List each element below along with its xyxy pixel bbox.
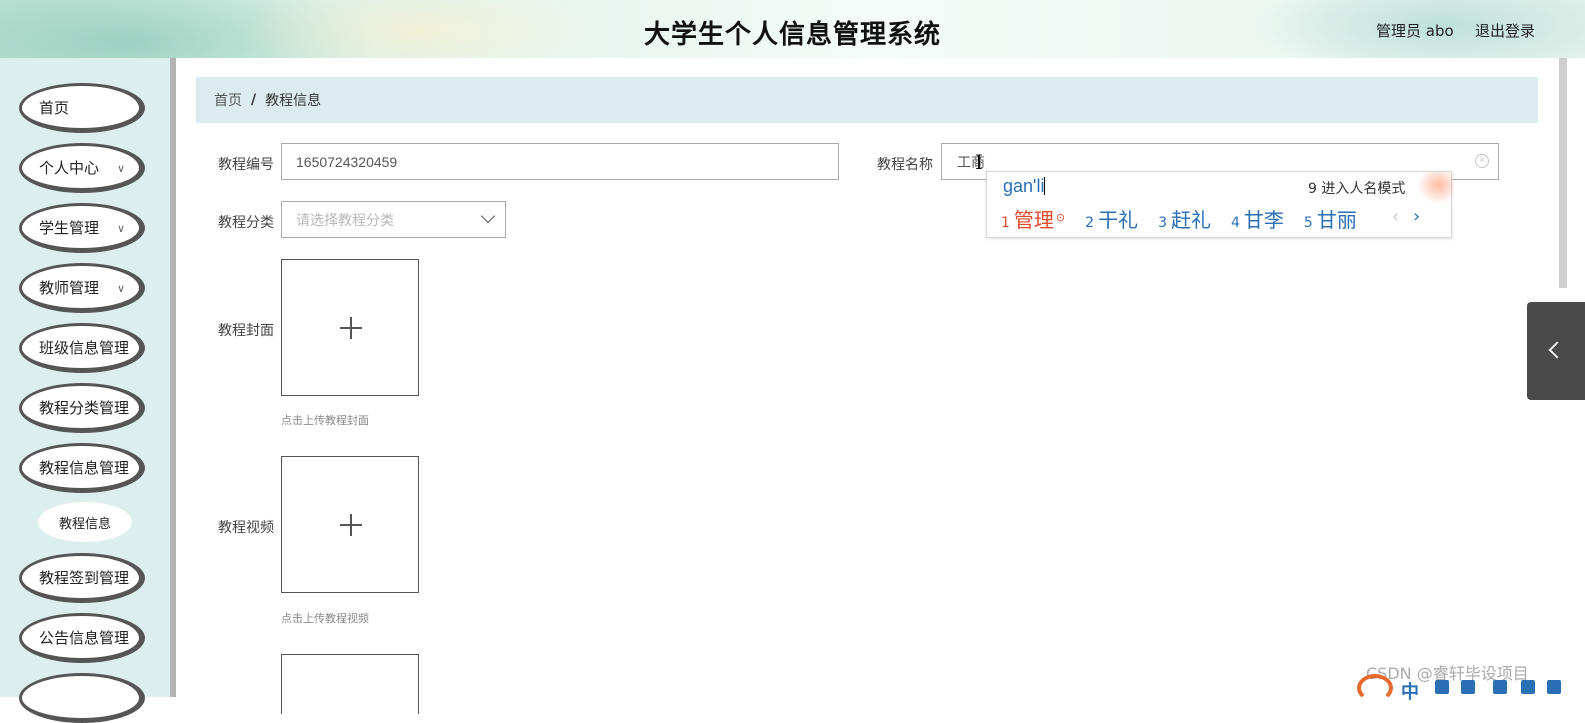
category-select-placeholder: 请选择教程分类	[296, 211, 394, 228]
chevron-right-icon[interactable]: ›	[1413, 206, 1420, 227]
app-title: 大学生个人信息管理系统	[643, 20, 941, 50]
ime-candidate[interactable]: 5 甘丽	[1304, 204, 1357, 233]
microphone-icon[interactable]	[1461, 680, 1475, 694]
breadcrumb-separator: /	[251, 92, 257, 108]
ime-name-mode[interactable]: 9 进入人名模式	[1308, 178, 1405, 198]
ime-candidate-text: 甘李	[1243, 208, 1284, 232]
video-upload-hint: 点击上传教程视频	[281, 612, 369, 625]
breadcrumb-home[interactable]: 首页	[214, 90, 242, 110]
sidebar: 首页 个人中心 ∨ 学生管理 ∨ 教师管理 ∨ 班级信息管理 教程分类管理 教程…	[0, 58, 176, 723]
punctuation-icon[interactable]	[1435, 680, 1449, 694]
sidebar-item-profile[interactable]: 个人中心 ∨	[19, 143, 145, 193]
ime-candidate-number: 3	[1158, 215, 1167, 231]
sidebar-subitem-label: 教程信息	[58, 516, 111, 532]
sidebar-item-classes[interactable]: 班级信息管理	[19, 323, 145, 373]
text-caret	[1044, 177, 1046, 195]
sidebar-item-home[interactable]: 首页	[19, 83, 145, 133]
category-select[interactable]: 请选择教程分类	[281, 201, 506, 238]
check-circle-icon: ⊙	[1055, 211, 1066, 224]
cover-upload-hint: 点击上传教程封面	[281, 414, 369, 427]
ime-candidate-number: 5	[1303, 215, 1313, 231]
sidebar-item-label: 个人中心	[39, 158, 100, 177]
code-input[interactable]: 1650724320459	[281, 143, 839, 180]
chevron-down-icon: ∨	[116, 162, 125, 175]
sidebar-item-tutorial-checkin[interactable]: 教程签到管理	[19, 553, 145, 603]
top-header: 大学生个人信息管理系统 管理员 abo 退出登录	[0, 0, 1585, 58]
text-cursor-icon: I	[975, 150, 983, 174]
sogou-logo-icon	[1357, 674, 1393, 702]
chevron-down-icon: ∨	[116, 282, 125, 295]
page-scrollbar[interactable]	[1559, 58, 1567, 288]
sidebar-item-label: 首页	[39, 98, 70, 117]
ime-pinyin: gan'li	[1003, 176, 1046, 197]
sidebar-item-announcements[interactable]: 公告信息管理	[19, 613, 145, 663]
sidebar-item-label: 班级信息管理	[39, 338, 130, 357]
skin-icon[interactable]	[1521, 680, 1535, 694]
video-upload-button[interactable]	[281, 456, 419, 593]
clear-icon[interactable]: ×	[1475, 154, 1489, 168]
sidebar-item-label: 学生管理	[39, 218, 100, 237]
code-label: 教程编号	[218, 157, 274, 173]
cover-upload-button[interactable]	[281, 259, 419, 396]
chevron-down-icon: ∨	[116, 222, 125, 235]
name-label: 教程名称	[877, 157, 933, 173]
plus-icon	[350, 317, 352, 339]
ime-page-nav: ‹ ›	[1392, 206, 1420, 227]
ime-candidate-text: 甘丽	[1316, 208, 1357, 232]
ime-language-toggle[interactable]: 中	[1401, 678, 1419, 704]
sidebar-subitem-tutorial-info[interactable]: 教程信息	[38, 502, 132, 542]
ime-candidate[interactable]: 2 干礼	[1085, 204, 1138, 233]
ime-candidate[interactable]: 4 甘李	[1231, 204, 1284, 233]
sidebar-item-students[interactable]: 学生管理 ∨	[19, 203, 145, 253]
ime-skin-decoration	[1417, 172, 1453, 204]
video-label: 教程视频	[218, 520, 274, 536]
ime-pinyin-text: gan'li	[1003, 176, 1045, 196]
ime-candidates: 1 管理 ⊙ 2 干礼 3 赶礼 4 甘李 5 甘丽	[1001, 204, 1377, 233]
chevron-left-icon[interactable]: ‹	[1392, 206, 1399, 227]
cover-label: 教程封面	[218, 323, 274, 339]
chevron-down-icon	[480, 208, 496, 224]
category-label: 教程分类	[218, 215, 274, 231]
sidebar-item-label: 教程签到管理	[39, 568, 130, 587]
ime-candidate-text: 赶礼	[1170, 208, 1211, 232]
sidebar-item-teachers[interactable]: 教师管理 ∨	[19, 263, 145, 313]
ime-candidate-text: 干礼	[1098, 208, 1139, 232]
next-upload-button[interactable]	[281, 654, 419, 714]
breadcrumb-current: 教程信息	[265, 93, 322, 109]
breadcrumb: 首页 / 教程信息	[196, 77, 1538, 123]
side-panel-toggle[interactable]	[1527, 302, 1585, 400]
ime-candidate-text: 管理	[1013, 208, 1054, 232]
ime-candidate-number: 1	[1001, 215, 1010, 231]
keyboard-icon[interactable]	[1493, 680, 1507, 694]
sidebar-item-more[interactable]	[19, 673, 145, 723]
sidebar-item-tutorial-categories[interactable]: 教程分类管理	[19, 383, 145, 433]
chevron-left-icon	[1548, 341, 1566, 359]
ime-candidate[interactable]: 3 赶礼	[1158, 204, 1211, 233]
sidebar-item-label: 教师管理	[39, 278, 100, 297]
sidebar-item-label: 教程分类管理	[39, 398, 130, 417]
ime-candidate[interactable]: 1 管理 ⊙	[1001, 204, 1065, 233]
sidebar-item-tutorial-info[interactable]: 教程信息管理	[19, 443, 145, 493]
sidebar-item-label: 教程信息管理	[39, 458, 130, 477]
toolbox-icon[interactable]	[1547, 680, 1561, 694]
ime-candidate-number: 2	[1085, 215, 1095, 231]
ime-candidate-popup: gan'li 9 进入人名模式 1 管理 ⊙ 2 干礼 3 赶礼 4 甘李 5 甘丽 ‹ ›	[986, 171, 1453, 238]
current-user: 管理员 abo	[1376, 22, 1454, 40]
sidebar-item-label: 公告信息管理	[39, 628, 130, 647]
ime-toolbar: 中	[1357, 672, 1585, 703]
logout-button[interactable]: 退出登录	[1475, 20, 1535, 41]
ime-candidate-number: 4	[1230, 215, 1240, 231]
plus-icon	[350, 514, 352, 536]
